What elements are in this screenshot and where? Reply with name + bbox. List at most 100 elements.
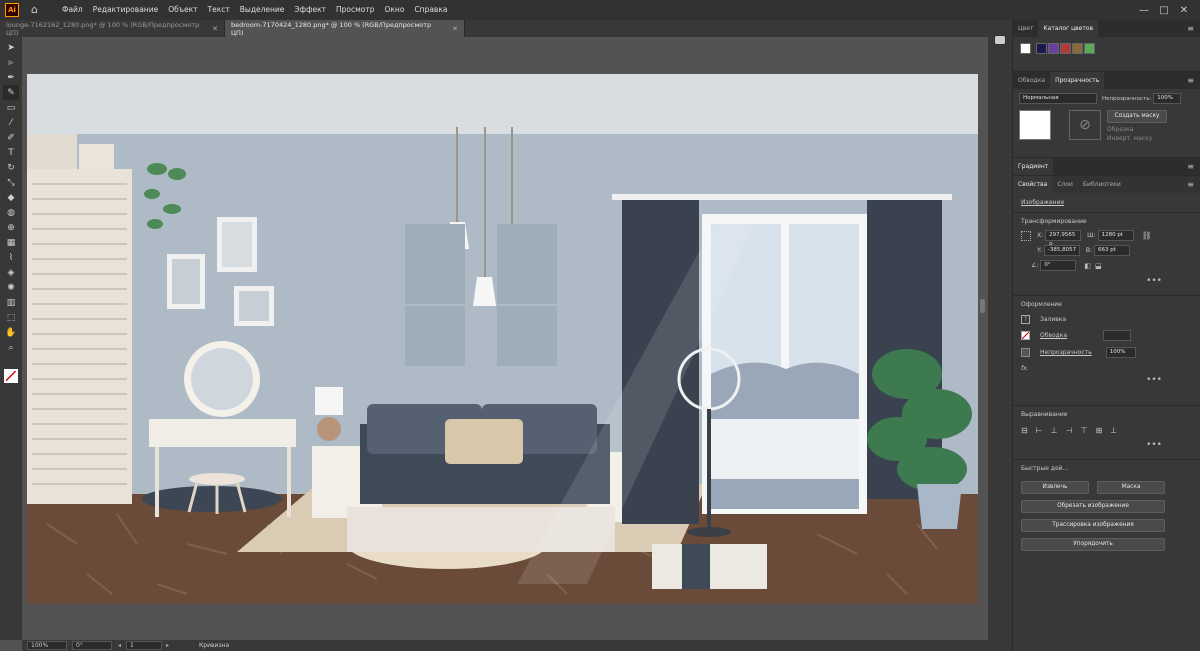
artboard-icon[interactable]: ⬚ (3, 310, 19, 325)
artboard-field[interactable]: 1 (126, 641, 163, 650)
menu-item[interactable]: Эффект (289, 0, 331, 20)
tab-lounge[interactable]: lounge-7162162_1280.png* @ 100 % (RGB/Пр… (0, 20, 225, 37)
maximize-button[interactable]: □ (1154, 5, 1174, 16)
height-field[interactable]: 663 pt (1094, 245, 1131, 256)
align-to-icon[interactable]: ⊟ (1021, 426, 1028, 435)
zoom-field[interactable]: 100% (27, 641, 67, 650)
opacity-field[interactable]: 100% (1153, 93, 1182, 104)
scale-icon[interactable]: ⤡ (3, 175, 19, 190)
eraser-icon[interactable]: ◆ (3, 190, 19, 205)
minimize-button[interactable]: — (1134, 5, 1154, 16)
menu-item[interactable]: Выделение (235, 0, 290, 20)
angle-field[interactable]: 0° (1040, 260, 1077, 271)
column-graph-icon[interactable]: ▥ (3, 295, 19, 310)
mask-button[interactable]: Маска (1097, 481, 1165, 494)
menu-item[interactable]: Редактирование (88, 0, 163, 20)
blend-mode-select[interactable]: Нормальная (1019, 93, 1097, 104)
warp-icon[interactable]: ◍ (3, 205, 19, 220)
brush-icon[interactable]: ⁄ (3, 115, 19, 130)
align-right-icon[interactable]: ⊣ (1066, 426, 1073, 435)
stroke-swatch[interactable] (1021, 331, 1030, 340)
extract-button[interactable]: Извлечь (1021, 481, 1089, 494)
color-swatch[interactable] (1036, 43, 1047, 54)
menu-item[interactable]: Объект (163, 0, 202, 20)
tab-layers[interactable]: Слои (1052, 176, 1078, 193)
align-middle-icon[interactable]: ⊞ (1096, 426, 1103, 435)
make-mask-button[interactable]: Создать маску (1107, 110, 1167, 123)
tab-swatches[interactable]: Каталог цветов (1038, 20, 1099, 37)
menu-item[interactable]: Просмотр (331, 0, 380, 20)
tab-libraries[interactable]: Библиотеки (1078, 176, 1126, 193)
menu-item[interactable]: Окно (380, 0, 410, 20)
color-swatch[interactable] (1060, 43, 1071, 54)
align-left-icon[interactable]: ⊢ (1036, 426, 1043, 435)
menu-item[interactable]: Справка (409, 0, 452, 20)
gradient-icon[interactable]: ▦ (3, 235, 19, 250)
zoom-icon[interactable]: ⌕ (3, 340, 19, 355)
menu-item[interactable]: Текст (203, 0, 235, 20)
selection-arrow-icon[interactable]: ➤ (3, 40, 19, 55)
more-options-icon[interactable]: ••• (1021, 441, 1192, 450)
rotate-icon[interactable]: ↻ (3, 160, 19, 175)
artwork-bedroom-image[interactable] (27, 74, 978, 604)
comments-icon[interactable] (995, 36, 1005, 44)
fill-swatch[interactable]: ? (1021, 315, 1030, 324)
panel-menu-icon[interactable]: ≡ (1187, 176, 1194, 193)
more-options-icon[interactable]: ••• (1021, 277, 1192, 286)
pencil-icon[interactable]: ✐ (3, 130, 19, 145)
type-icon[interactable]: T (3, 145, 19, 160)
scrollbar-thumb[interactable] (980, 299, 985, 313)
pen-icon[interactable]: ✒ (3, 70, 19, 85)
blend-icon[interactable]: ◈ (3, 265, 19, 280)
tab-stroke[interactable]: Обводка (1013, 72, 1050, 89)
color-swatch[interactable] (1084, 43, 1095, 54)
x-field[interactable]: 297,9565 р (1045, 230, 1082, 247)
hand-icon[interactable]: ✋ (3, 325, 19, 340)
align-center-icon[interactable]: ⊥ (1051, 426, 1058, 435)
align-bottom-icon[interactable]: ⊥ (1110, 426, 1117, 435)
tab-transparency[interactable]: Прозрачность (1050, 72, 1105, 89)
close-tab-icon[interactable]: ✕ (212, 25, 218, 33)
panel-menu-icon[interactable]: ≡ (1187, 20, 1194, 37)
rotate-view-field[interactable]: 0° (72, 641, 112, 650)
rectangle-icon[interactable]: ▭ (3, 100, 19, 115)
tab-gradient[interactable]: Градиент (1013, 158, 1054, 175)
link-icon[interactable]: ⛓ (1142, 231, 1152, 240)
arrange-button[interactable]: Упорядочить (1021, 538, 1165, 551)
tab-bedroom[interactable]: bedroom-7170424_1280.png* @ 100 % (RGB/П… (225, 20, 465, 37)
eyedropper-icon[interactable]: ⌇ (3, 250, 19, 265)
reference-point-icon[interactable] (1021, 230, 1031, 241)
color-swatch[interactable] (1020, 43, 1031, 54)
direct-select-icon[interactable]: ▹ (3, 55, 19, 70)
appearance-opacity-field[interactable]: 100% (1105, 347, 1136, 358)
shape-builder-icon[interactable]: ⊕ (3, 220, 19, 235)
align-top-icon[interactable]: ⊤ (1081, 426, 1088, 435)
home-icon[interactable]: ⌂ (31, 4, 43, 16)
next-artboard-icon[interactable]: ▸ (166, 642, 169, 649)
y-field[interactable]: -385,8057 (1043, 245, 1080, 256)
panel-menu-icon[interactable]: ≡ (1187, 72, 1194, 89)
panel-menu-icon[interactable]: ≡ (1187, 158, 1194, 175)
flip-horizontal-icon[interactable]: ◧ (1084, 262, 1091, 270)
invert-mask-checkbox[interactable]: Инверт. маску (1107, 135, 1167, 142)
symbol-sprayer-icon[interactable]: ✺ (3, 280, 19, 295)
stroke-weight-field[interactable] (1103, 330, 1132, 341)
fill-stroke-swatch[interactable] (4, 369, 18, 383)
canvas-area[interactable] (22, 37, 988, 640)
more-options-icon[interactable]: ••• (1021, 376, 1192, 385)
close-window-button[interactable]: ✕ (1174, 5, 1194, 16)
fx-icon[interactable]: fx. (1021, 365, 1192, 372)
width-field[interactable]: 1280 pt (1097, 230, 1134, 241)
color-swatch[interactable] (1048, 43, 1059, 54)
clip-checkbox[interactable]: Обрезка (1107, 126, 1167, 133)
prev-artboard-icon[interactable]: ◂ (118, 642, 121, 649)
curvature-icon[interactable]: ✎ (3, 85, 19, 100)
close-tab-icon[interactable]: ✕ (452, 25, 458, 33)
menu-item[interactable]: Файл (57, 0, 88, 20)
image-trace-button[interactable]: Трассировка изображения (1021, 519, 1165, 532)
color-swatch[interactable] (1072, 43, 1083, 54)
vertical-scrollbar[interactable] (978, 37, 988, 640)
tab-color[interactable]: Цвет (1013, 20, 1038, 37)
flip-vertical-icon[interactable]: ⬓ (1095, 262, 1102, 270)
tab-properties[interactable]: Свойства (1013, 176, 1053, 193)
